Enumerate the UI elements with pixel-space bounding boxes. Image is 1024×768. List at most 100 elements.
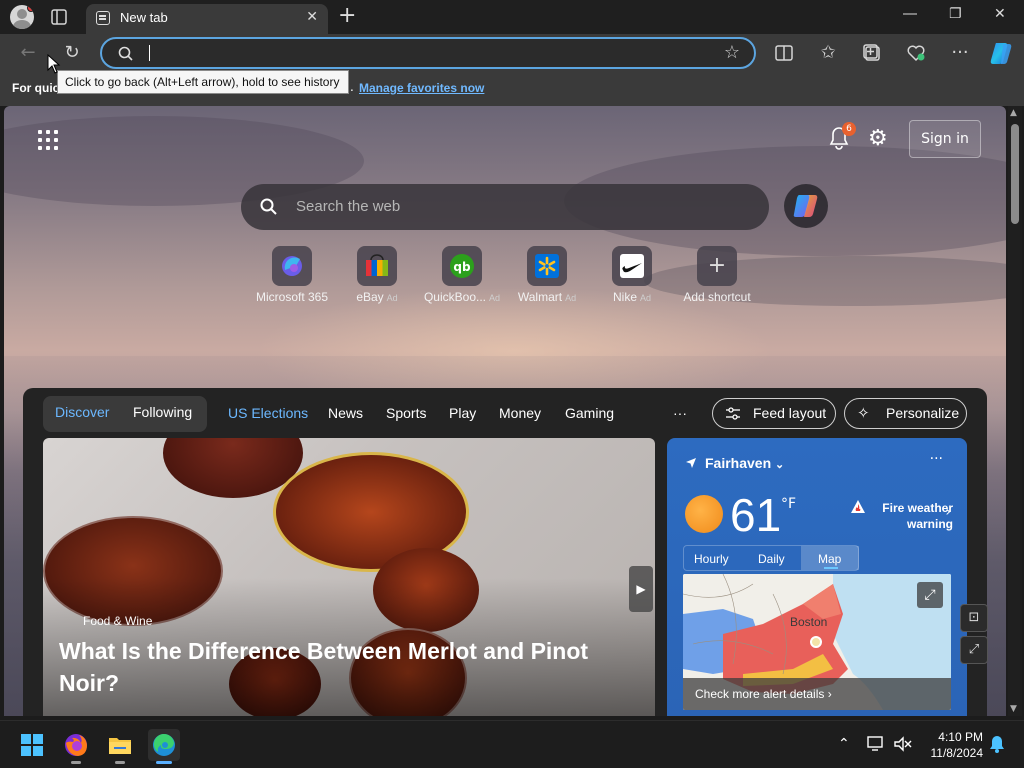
weather-more-icon[interactable]: ··· xyxy=(930,451,943,467)
tab-new-tab[interactable]: New tab ✕ xyxy=(86,4,328,34)
weather-alert-map[interactable]: Boston ⤢ Check more alert details › xyxy=(683,574,951,710)
firefox-icon[interactable] xyxy=(60,729,92,764)
sign-in-button[interactable]: Sign in xyxy=(909,120,981,158)
chevron-right-icon[interactable]: › xyxy=(945,504,951,520)
edge-icon[interactable] xyxy=(148,729,180,764)
back-button-tooltip: Click to go back (Alt+Left arrow), hold … xyxy=(57,70,349,94)
svg-text:qb: qb xyxy=(453,260,471,274)
walmart-icon xyxy=(527,246,567,286)
page-scrollbar[interactable]: ▲ ▼ xyxy=(1008,106,1022,716)
network-icon[interactable] xyxy=(866,735,886,753)
check-alert-details-link[interactable]: Check more alert details › xyxy=(683,678,951,710)
fire-weather-warning[interactable]: Fire weather warning xyxy=(853,500,953,532)
ad-label: Ad xyxy=(489,293,501,303)
address-input[interactable] xyxy=(149,45,150,61)
hero-article-card[interactable]: Food & Wine What Is the Difference Betwe… xyxy=(43,438,655,716)
tab-gaming[interactable]: Gaming xyxy=(565,405,614,421)
start-windows-icon[interactable] xyxy=(16,729,48,761)
search-placeholder[interactable]: Search the web xyxy=(296,198,400,215)
split-screen-icon[interactable] xyxy=(773,42,795,64)
selected-tab-indicator xyxy=(824,567,838,569)
profile-avatar-icon[interactable] xyxy=(10,5,34,29)
show-hidden-icons-icon[interactable]: ⌃ xyxy=(838,736,850,752)
refresh-icon[interactable]: ↻ xyxy=(61,42,83,64)
more-options-icon[interactable]: ··· xyxy=(949,42,971,64)
tab-sports[interactable]: Sports xyxy=(386,405,426,421)
copilot-icon[interactable] xyxy=(988,40,1014,66)
file-explorer-icon[interactable] xyxy=(104,729,136,764)
favorites-icon[interactable]: ✩ xyxy=(817,42,839,64)
add-shortcut-button[interactable]: + Add shortcut xyxy=(672,246,762,304)
new-tab-plus-icon[interactable]: + xyxy=(338,4,356,28)
nike-icon xyxy=(612,246,652,286)
article-headline[interactable]: What Is the Difference Between Merlot an… xyxy=(59,635,639,699)
weather-card: Fairhaven ⌄ ··· 61 °F Fire weather warni… xyxy=(667,438,967,716)
microsoft365-icon xyxy=(272,246,312,286)
back-arrow-icon[interactable]: ← xyxy=(17,42,39,64)
personalize-star-icon: ✧ xyxy=(857,405,870,422)
browser-toolbar: ← ↻ ☆ ✩ ··· xyxy=(0,34,1024,72)
shortcut-walmart[interactable]: Walmart Ad xyxy=(502,246,592,304)
feed-layout-label: Feed layout xyxy=(753,405,827,421)
close-tab-icon[interactable]: ✕ xyxy=(306,9,318,25)
personalize-button[interactable]: ✧ Personalize xyxy=(844,398,967,429)
tab-hourly[interactable]: Hourly xyxy=(694,552,729,566)
browser-essentials-icon[interactable] xyxy=(905,42,927,64)
shortcut-label: Add shortcut xyxy=(683,290,751,304)
weather-tabs: Hourly Daily Map xyxy=(683,545,859,571)
shortcut-quickbooks[interactable]: qb QuickBoo... Ad xyxy=(417,246,507,304)
chevron-down-icon: ⌄ xyxy=(775,459,785,471)
image-info-icon[interactable]: ⊡ xyxy=(960,604,988,632)
scroll-up-icon[interactable]: ▲ xyxy=(1010,108,1017,118)
scrollbar-thumb[interactable] xyxy=(1011,124,1019,224)
manage-favorites-link[interactable]: Manage favorites now xyxy=(359,81,484,95)
notifications-bell-icon[interactable]: 6 xyxy=(828,122,856,152)
location-arrow-icon xyxy=(686,458,696,468)
tab-actions-icon[interactable] xyxy=(50,8,68,26)
shortcut-ebay[interactable]: eBay Ad xyxy=(332,246,422,304)
copilot-button[interactable] xyxy=(784,184,828,228)
more-categories-icon[interactable]: ··· xyxy=(673,405,687,421)
apps-grid-icon[interactable] xyxy=(38,130,58,150)
minimize-icon[interactable]: ― xyxy=(903,6,917,22)
tab-news[interactable]: News xyxy=(328,405,363,421)
temperature-unit[interactable]: °F xyxy=(781,496,796,512)
tab-money[interactable]: Money xyxy=(499,405,541,421)
favorite-star-icon[interactable]: ☆ xyxy=(724,42,740,63)
fullscreen-icon[interactable]: ⤢ xyxy=(960,636,988,664)
settings-gear-icon[interactable]: ⚙ xyxy=(868,126,888,151)
scroll-down-icon[interactable]: ▼ xyxy=(1010,704,1017,714)
web-search-box[interactable]: Search the web xyxy=(241,184,769,230)
tab-daily[interactable]: Daily xyxy=(758,552,785,566)
restore-icon[interactable]: ❐ xyxy=(949,6,962,22)
collections-icon[interactable] xyxy=(861,42,883,64)
chevron-right-icon: › xyxy=(827,687,832,701)
notification-badge: 6 xyxy=(842,122,856,136)
tab-map[interactable]: Map xyxy=(818,552,841,566)
search-icon xyxy=(260,198,277,215)
shortcut-label: Walmart xyxy=(517,290,563,304)
tab-play[interactable]: Play xyxy=(449,405,476,421)
weather-location[interactable]: Fairhaven ⌄ xyxy=(705,455,784,471)
feed-layout-button[interactable]: Feed layout xyxy=(712,398,836,429)
close-window-icon[interactable]: ✕ xyxy=(994,6,1006,22)
shortcut-microsoft-365[interactable]: Microsoft 365 xyxy=(247,246,337,304)
windows-taskbar: ⌃ 4:10 PM 11/8/2024 xyxy=(0,720,1024,768)
feed-mode-toggle: Discover Following xyxy=(43,396,207,432)
notification-bell-icon[interactable] xyxy=(988,734,1006,754)
clock-date: 11/8/2024 xyxy=(930,746,984,760)
address-bar[interactable]: ☆ xyxy=(100,37,756,69)
tab-us-elections[interactable]: US Elections xyxy=(228,405,308,421)
search-icon xyxy=(118,46,133,61)
carousel-next-icon[interactable]: ▶ xyxy=(629,566,653,612)
sliders-icon xyxy=(726,407,740,420)
mouse-cursor-icon xyxy=(47,54,61,74)
tab-discover[interactable]: Discover xyxy=(55,404,109,420)
feed-panel: Discover Following US Elections News Spo… xyxy=(23,388,987,716)
personalize-label: Personalize xyxy=(886,405,960,421)
shortcut-nike[interactable]: Nike Ad xyxy=(587,246,677,304)
tab-following[interactable]: Following xyxy=(133,404,192,420)
volume-muted-icon[interactable] xyxy=(893,735,913,753)
expand-map-icon[interactable]: ⤢ xyxy=(917,582,943,608)
taskbar-clock[interactable]: 4:10 PM 11/8/2024 xyxy=(919,729,984,761)
